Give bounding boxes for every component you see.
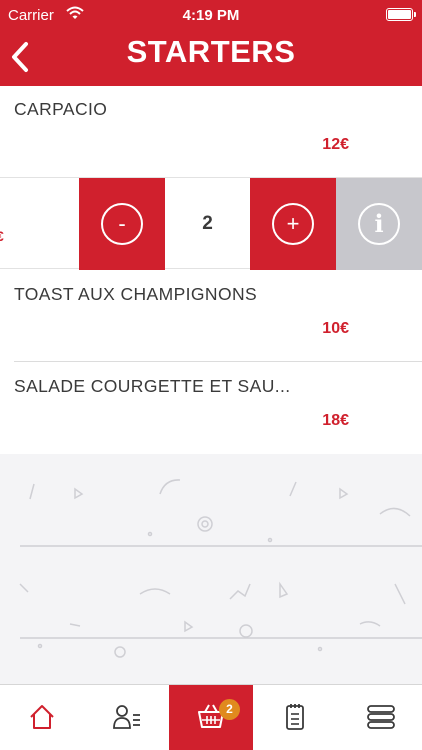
home-icon: [30, 705, 54, 729]
minus-icon: -: [101, 203, 143, 245]
tab-basket[interactable]: 2: [169, 685, 253, 750]
item-name[interactable]: TOAST AUX CHAMPIGNONS: [14, 284, 257, 305]
item-price: 12€: [322, 136, 349, 153]
divider: [14, 361, 422, 362]
item-name[interactable]: CARPACIO: [14, 99, 107, 120]
item-price: 10€: [322, 320, 349, 337]
tab-menu[interactable]: [338, 685, 422, 750]
info-button[interactable]: i: [336, 178, 422, 270]
decrease-quantity-button[interactable]: -: [79, 178, 165, 270]
menu-layers-icon: [367, 705, 395, 729]
item-name[interactable]: SALADE COURGETTE ET SAU...: [14, 376, 291, 397]
quantity-value: 2: [202, 213, 213, 234]
tab-orders[interactable]: [253, 685, 337, 750]
background-pattern: [0, 454, 422, 684]
order-list-icon: [286, 704, 304, 730]
tab-home[interactable]: [0, 685, 84, 750]
battery-icon: [386, 8, 416, 21]
basket-count-badge: 2: [219, 699, 240, 720]
profile-menu-icon: [113, 705, 140, 729]
status-bar: Carrier 4:19 PM: [0, 0, 422, 30]
header-bar: Carrier 4:19 PM STARTERS: [0, 0, 422, 86]
info-icon: i: [358, 203, 400, 245]
tab-profile[interactable]: [84, 685, 168, 750]
tab-bar: 2: [0, 684, 422, 750]
plus-icon: +: [272, 203, 314, 245]
quantity-stepper-row: € - 2 + i: [0, 177, 422, 270]
item-price-partial: €: [0, 228, 4, 244]
item-price: 18€: [322, 412, 349, 429]
increase-quantity-button[interactable]: +: [250, 178, 336, 270]
status-time: 4:19 PM: [182, 7, 240, 24]
page-title: STARTERS: [126, 34, 296, 69]
